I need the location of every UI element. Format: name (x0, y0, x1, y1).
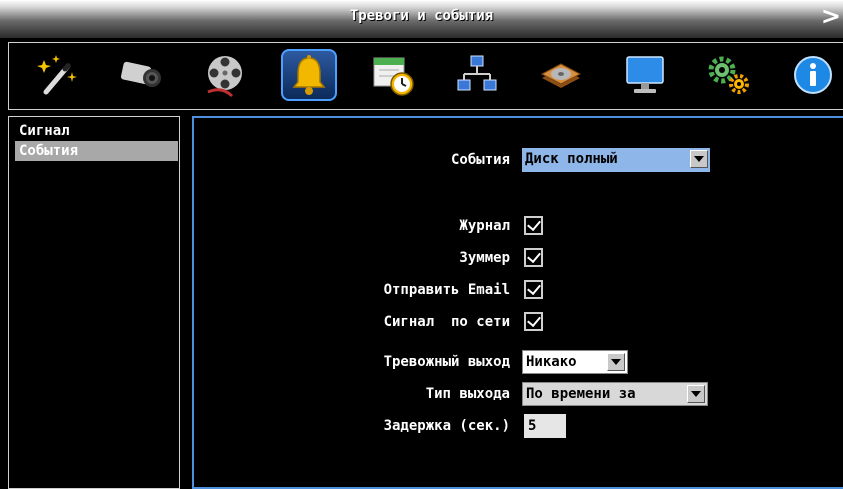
sidebar-item-signal[interactable]: Сигнал (15, 121, 178, 141)
sidebar: Сигнал События (8, 116, 180, 489)
wizard-button[interactable] (29, 49, 85, 101)
monitor-icon (626, 56, 664, 93)
delay-input[interactable]: 5 (524, 414, 566, 438)
out-type-select[interactable]: По времени за (522, 382, 708, 406)
alarm-button[interactable] (281, 49, 337, 101)
send-email-checkbox[interactable] (524, 280, 543, 299)
event-select[interactable]: Диск полный (522, 148, 710, 172)
magic-wand-icon (37, 55, 77, 95)
settings-panel (192, 116, 843, 489)
camera-button[interactable] (113, 49, 169, 101)
chevron-down-icon[interactable] (690, 150, 708, 168)
alarm-out-value: Никако (526, 354, 577, 370)
close-icon[interactable]: > (821, 4, 841, 28)
out-type-label: Тип выхода (425, 386, 510, 402)
network-icon (457, 55, 497, 91)
storage-button[interactable] (533, 49, 589, 101)
main-toolbar (8, 42, 843, 110)
schedule-button[interactable] (365, 49, 421, 101)
journal-label: Журнал (459, 218, 510, 234)
event-label: События (450, 152, 510, 168)
window-title: Тревоги и события (349, 8, 494, 24)
sidebar-item-events[interactable]: События (15, 141, 178, 161)
chevron-down-icon[interactable] (607, 353, 625, 371)
delay-label: Задержка (сек.) (383, 418, 510, 434)
buzzer-checkbox[interactable] (524, 248, 543, 267)
film-reel-icon (207, 56, 242, 98)
alarm-out-label: Тревожный выход (383, 354, 510, 370)
out-type-value: По времени за (526, 386, 636, 402)
buzzer-label: Зуммер (459, 250, 510, 266)
title-bar: Тревоги и события > (0, 0, 843, 38)
info-icon (794, 56, 832, 94)
gears-icon (708, 56, 749, 94)
network-signal-checkbox[interactable] (524, 312, 543, 331)
network-signal-label: Сигнал по сети (383, 314, 510, 330)
event-select-value: Диск полный (525, 151, 618, 167)
chevron-down-icon[interactable] (687, 385, 705, 403)
playback-button[interactable] (197, 49, 253, 101)
info-button[interactable] (785, 49, 841, 101)
alarm-out-select[interactable]: Никако (522, 350, 628, 374)
camera-icon (120, 61, 161, 87)
hard-disk-icon (540, 63, 582, 88)
send-email-label: Отправить Email (383, 282, 510, 298)
network-button[interactable] (449, 49, 505, 101)
journal-checkbox[interactable] (524, 216, 543, 235)
settings-button[interactable] (701, 49, 757, 101)
display-button[interactable] (617, 49, 673, 101)
bell-icon (292, 55, 326, 95)
schedule-clock-icon (373, 57, 414, 96)
